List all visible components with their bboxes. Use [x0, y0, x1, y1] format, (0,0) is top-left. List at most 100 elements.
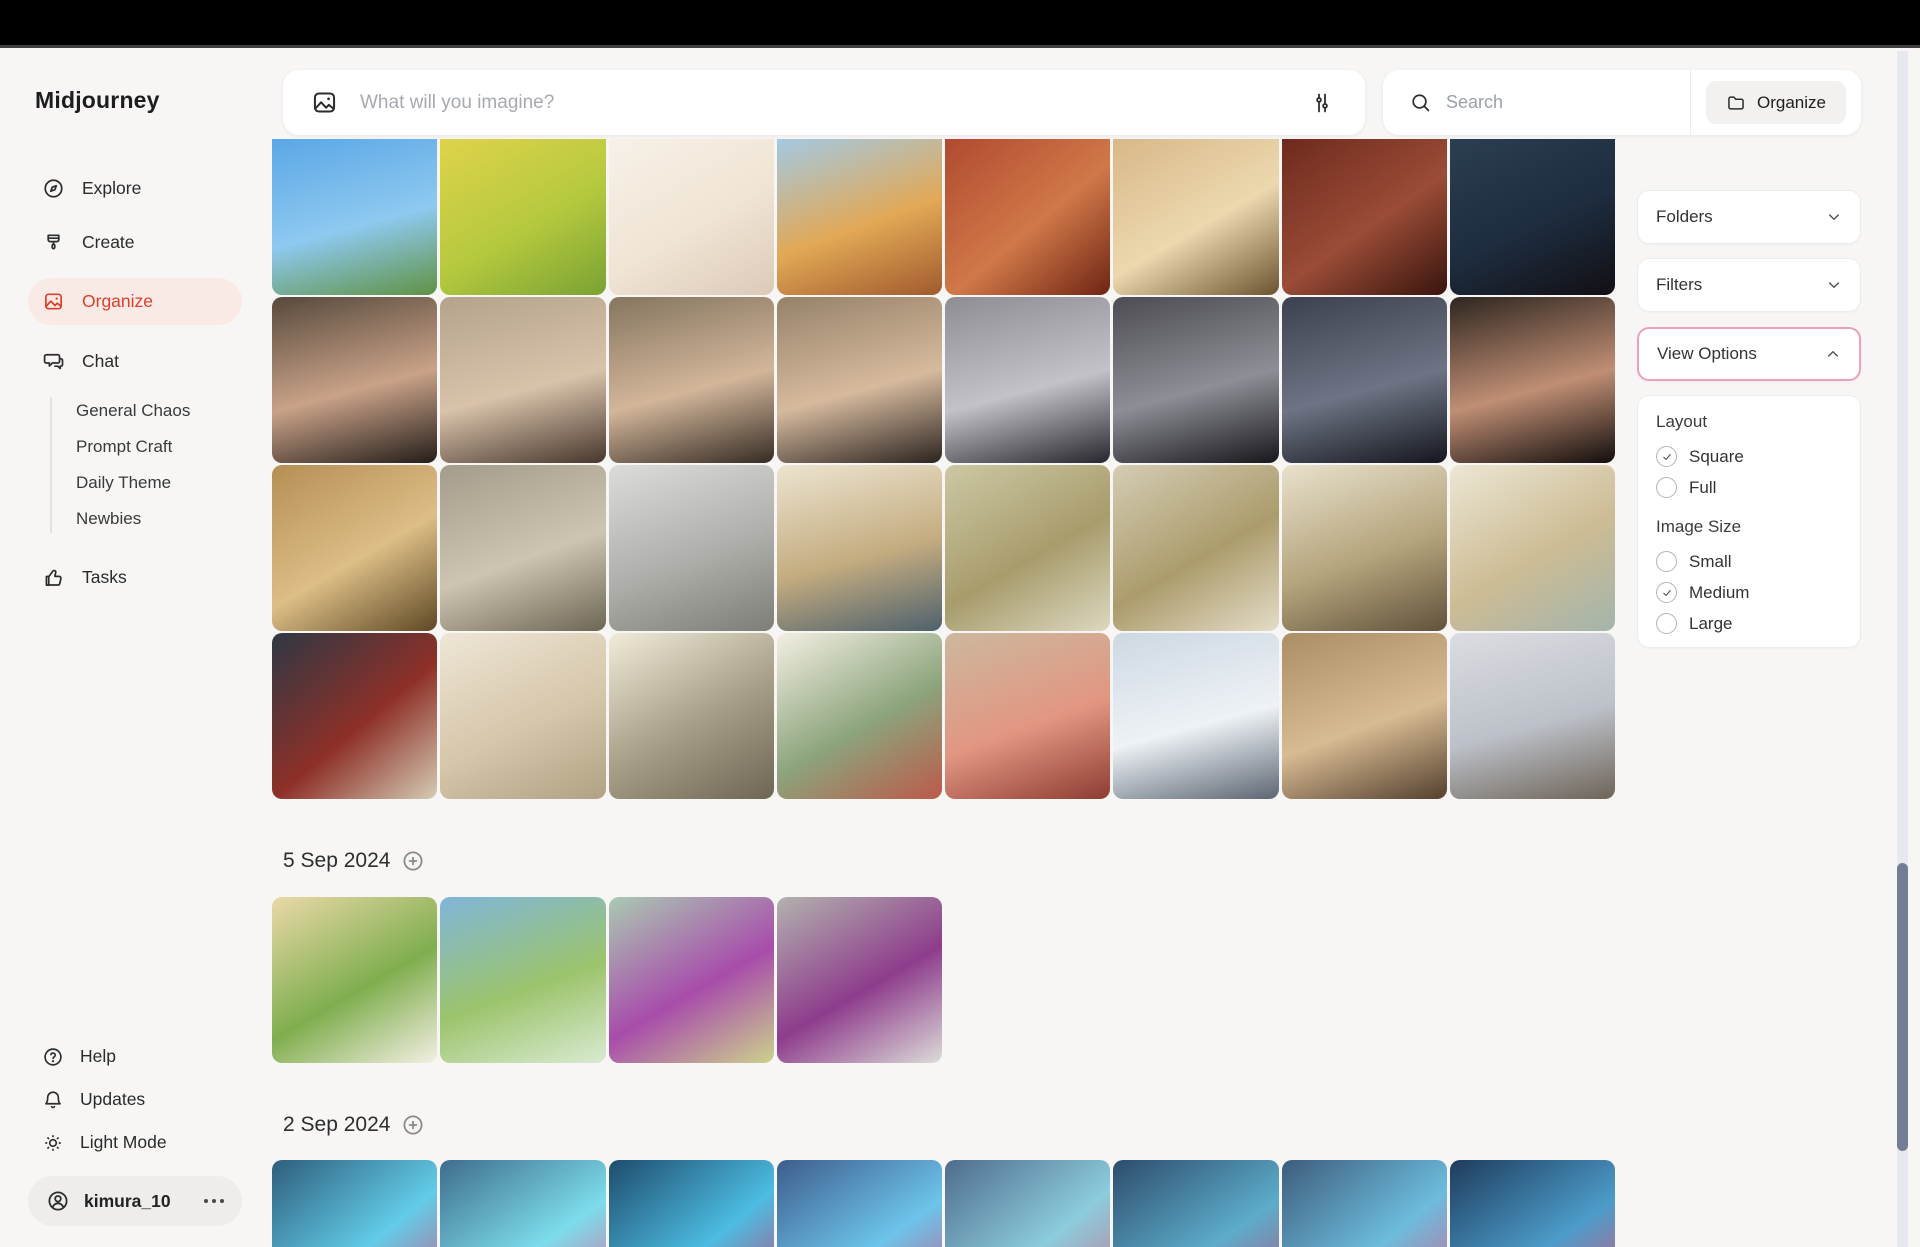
gallery-thumbnail[interactable] — [1449, 297, 1615, 463]
radio-unchecked-icon — [1656, 613, 1677, 634]
sidebar-item-explore[interactable]: Explore — [0, 166, 270, 210]
username-label: kimura_10 — [84, 1190, 171, 1211]
radio-option-full[interactable]: Full — [1656, 472, 1842, 503]
gallery-thumbnail[interactable] — [440, 897, 606, 1063]
gallery-row — [272, 465, 1615, 631]
gallery-thumbnail[interactable] — [945, 139, 1111, 295]
gallery-thumbnail[interactable] — [1281, 139, 1447, 295]
plus-circle-icon[interactable] — [401, 849, 425, 873]
gallery-thumbnail[interactable] — [440, 465, 606, 631]
gallery-thumbnail[interactable] — [1449, 633, 1615, 799]
sidebar-item-create[interactable]: Create — [0, 220, 270, 264]
sidebar-channel-newbies[interactable]: Newbies — [76, 501, 270, 537]
gallery-thumbnail[interactable] — [1113, 1160, 1279, 1247]
gallery-thumbnail[interactable] — [945, 633, 1111, 799]
gallery-thumbnail[interactable] — [1113, 465, 1279, 631]
gallery-thumbnail[interactable] — [1449, 1160, 1615, 1247]
thumbs-up-icon — [45, 569, 62, 586]
date-group-header: 2 Sep 2024 — [283, 1113, 425, 1137]
gallery-thumbnail[interactable] — [440, 1160, 606, 1247]
layout-group-label: Layout — [1656, 412, 1708, 431]
gallery-thumbnail[interactable] — [608, 465, 774, 631]
gallery-thumbnail[interactable] — [440, 139, 606, 295]
bell-icon — [45, 1090, 61, 1108]
radio-label: Large — [1689, 613, 1733, 633]
sidebar-item-organize[interactable]: Organize — [28, 278, 242, 325]
gallery-thumbnail[interactable] — [1281, 465, 1447, 631]
gallery-thumbnail[interactable] — [776, 139, 942, 295]
gallery-thumbnail[interactable] — [1281, 1160, 1447, 1247]
chat-bubbles-icon — [43, 353, 64, 369]
imagine-prompt-input[interactable] — [360, 91, 1285, 114]
sidebar-item-label: Tasks — [82, 566, 127, 587]
radio-option-large[interactable]: Large — [1656, 608, 1842, 639]
user-menu-button[interactable]: kimura_10 — [28, 1176, 242, 1226]
gallery-thumbnail[interactable] — [272, 1160, 438, 1247]
image-icon — [44, 293, 63, 310]
gallery-thumbnail[interactable] — [1281, 633, 1447, 799]
gallery-thumbnail[interactable] — [272, 465, 438, 631]
sidebar-channel-daily-theme[interactable]: Daily Theme — [76, 465, 270, 501]
gallery-thumbnail[interactable] — [608, 1160, 774, 1247]
gallery-thumbnail[interactable] — [776, 465, 942, 631]
view-options-label: View Options — [1657, 344, 1757, 363]
gallery-thumbnail[interactable] — [1281, 297, 1447, 463]
radio-option-square[interactable]: Square — [1656, 441, 1842, 472]
gallery-thumbnail[interactable] — [776, 897, 942, 1063]
sidebar-item-tasks[interactable]: Tasks — [0, 555, 270, 599]
radio-checked-icon — [1656, 446, 1677, 467]
view-options-panel: Layout Square Full Image Size Small Medi… — [1637, 395, 1861, 648]
plus-circle-icon[interactable] — [401, 1113, 425, 1137]
gallery-thumbnail[interactable] — [1113, 139, 1279, 295]
gallery-thumbnail[interactable] — [1449, 139, 1615, 295]
view-options-accordion[interactable]: View Options — [1637, 327, 1861, 381]
folders-accordion[interactable]: Folders — [1637, 190, 1861, 244]
gallery-thumbnail[interactable] — [440, 297, 606, 463]
gallery-thumbnail[interactable] — [608, 139, 774, 295]
gallery-thumbnail[interactable] — [776, 1160, 942, 1247]
radio-option-medium[interactable]: Medium — [1656, 577, 1842, 608]
gallery-thumbnail[interactable] — [776, 633, 942, 799]
gallery-thumbnail[interactable] — [608, 633, 774, 799]
paint-brush-icon — [47, 233, 60, 249]
gallery-thumbnail[interactable] — [945, 465, 1111, 631]
gallery-thumbnail[interactable] — [272, 897, 438, 1063]
gallery-thumbnail[interactable] — [272, 633, 438, 799]
gallery-thumbnail[interactable] — [776, 297, 942, 463]
scrollbar-thumb[interactable] — [1897, 863, 1908, 1151]
folder-icon — [1728, 95, 1744, 110]
sidebar-item-updates[interactable]: Updates — [0, 1078, 270, 1121]
sidebar-item-label: Create — [82, 231, 135, 252]
gallery-thumbnail[interactable] — [608, 897, 774, 1063]
sidebar: Midjourney Explore Create Organize Chat … — [0, 51, 270, 1247]
prompt-settings-button[interactable] — [1307, 88, 1337, 118]
date-label: 2 Sep 2024 — [283, 1113, 391, 1136]
search-input[interactable] — [1446, 92, 1691, 113]
radio-option-small[interactable]: Small — [1656, 546, 1842, 577]
gallery-thumbnail[interactable] — [945, 1160, 1111, 1247]
filters-accordion[interactable]: Filters — [1637, 258, 1861, 312]
organize-button[interactable]: Organize — [1706, 81, 1846, 124]
sidebar-channel-general-chaos[interactable]: General Chaos — [76, 393, 270, 429]
compass-icon — [44, 178, 63, 198]
radio-label: Full — [1689, 477, 1717, 497]
gallery-thumbnail[interactable] — [272, 297, 438, 463]
sidebar-nav: Explore Create Organize Chat General Cha… — [0, 156, 270, 609]
radio-label: Square — [1689, 446, 1744, 466]
image-icon — [313, 92, 336, 113]
gallery-thumbnail[interactable] — [945, 297, 1111, 463]
search-icon — [1412, 94, 1430, 112]
sidebar-item-chat[interactable]: Chat — [0, 339, 270, 383]
gallery-thumbnail[interactable] — [440, 633, 606, 799]
radio-unchecked-icon — [1656, 551, 1677, 572]
ellipsis-icon[interactable] — [204, 1199, 224, 1203]
sidebar-item-help[interactable]: Help — [0, 1035, 270, 1078]
gallery-thumbnail[interactable] — [1449, 465, 1615, 631]
gallery-thumbnail[interactable] — [272, 139, 438, 295]
sidebar-item-light-mode[interactable]: Light Mode — [0, 1121, 270, 1164]
gallery-thumbnail[interactable] — [608, 297, 774, 463]
gallery-thumbnail[interactable] — [1113, 297, 1279, 463]
sidebar-channel-prompt-craft[interactable]: Prompt Craft — [76, 429, 270, 465]
user-avatar-icon — [48, 1191, 68, 1211]
gallery-thumbnail[interactable] — [1113, 633, 1279, 799]
